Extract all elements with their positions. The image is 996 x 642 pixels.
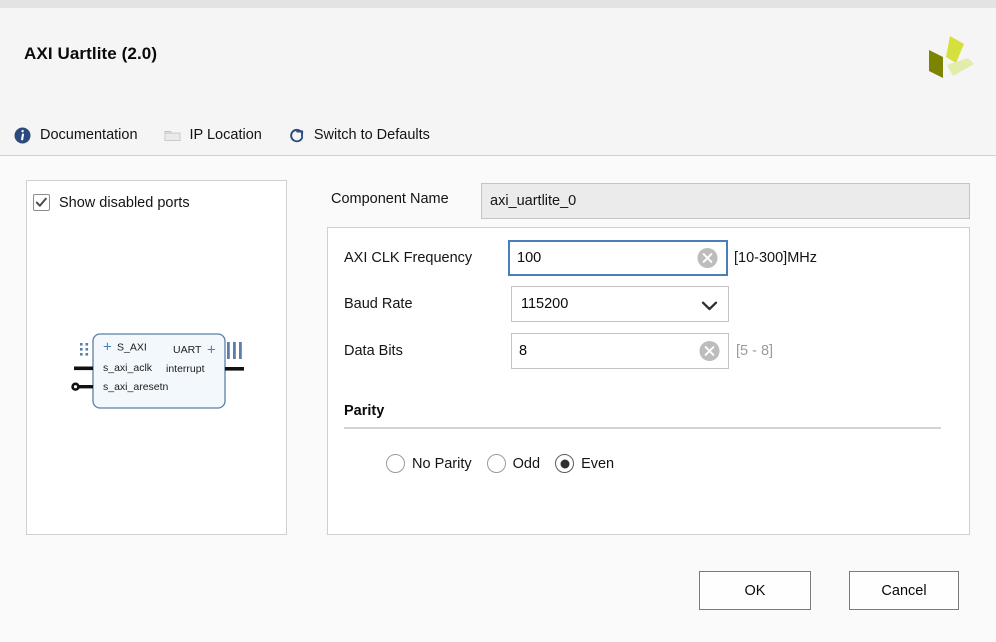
baud-rate-dropdown[interactable]: 115200 — [511, 286, 729, 322]
switch-to-defaults-button[interactable]: Switch to Defaults — [288, 120, 430, 150]
dialog-toolbar: Documentation IP Location Switch to Defa… — [14, 120, 430, 150]
axi-clk-frequency-input[interactable]: 100 — [508, 240, 728, 276]
svg-text:+: + — [207, 342, 216, 359]
svg-text:UART: UART — [173, 344, 202, 356]
ip-location-button[interactable]: IP Location — [164, 120, 262, 150]
show-disabled-ports-label: Show disabled ports — [59, 194, 190, 211]
axi-clk-frequency-label: AXI CLK Frequency — [344, 250, 473, 266]
data-bits-row: Data Bits 8 [5 - 8] — [328, 333, 971, 369]
page-title: AXI Uartlite (2.0) — [24, 44, 158, 63]
svg-text:+: + — [103, 339, 112, 356]
parity-option-odd[interactable]: Odd — [486, 454, 541, 473]
data-bits-value: 8 — [519, 343, 528, 359]
ip-config-dialog: AXI Uartlite (2.0) Documentation IP Loca… — [0, 0, 996, 642]
data-bits-label: Data Bits — [344, 343, 403, 359]
parity-group-title: Parity — [344, 403, 385, 419]
parity-option-label: Even — [581, 455, 615, 472]
component-name-field[interactable]: axi_uartlite_0 — [481, 183, 970, 219]
svg-text:S_AXI: S_AXI — [117, 342, 147, 354]
component-name-value: axi_uartlite_0 — [490, 193, 577, 209]
clear-icon[interactable] — [697, 248, 718, 269]
axi-clk-frequency-control: 100 — [508, 240, 728, 276]
baud-rate-control: 115200 — [511, 286, 729, 322]
svg-text:interrupt: interrupt — [166, 363, 205, 375]
component-name-label: Component Name — [331, 191, 449, 207]
svg-text:s_axi_aresetn: s_axi_aresetn — [103, 381, 169, 393]
xilinx-logo — [922, 32, 978, 88]
data-bits-hint: [5 - 8] — [736, 343, 774, 359]
axi-clk-frequency-hint: [10-300]MHz — [734, 250, 818, 266]
baud-rate-row: Baud Rate 115200 — [328, 286, 971, 322]
ip-location-label: IP Location — [189, 127, 262, 143]
baud-rate-value: 115200 — [521, 296, 569, 312]
ip-block-diagram: S_AXI + s_axi_aclk s_axi_aresetn UART + … — [47, 326, 277, 416]
parity-option-label: No Parity — [412, 455, 472, 472]
parity-group-divider — [344, 427, 941, 429]
clear-icon[interactable] — [699, 341, 720, 362]
show-disabled-ports-checkbox[interactable]: Show disabled ports — [33, 194, 190, 211]
header-divider — [0, 155, 996, 156]
dialog-header: AXI Uartlite (2.0) Documentation IP Loca… — [0, 8, 996, 155]
parity-option-label: Odd — [512, 455, 541, 472]
parity-radio-group: No Parity Odd Even — [386, 454, 614, 473]
radio-button-selected — [555, 454, 575, 473]
folder-icon — [164, 127, 181, 144]
axi-clk-frequency-row: AXI CLK Frequency 100 [10-300]MHz — [328, 240, 971, 276]
radio-button-unselected — [486, 454, 506, 473]
documentation-button[interactable]: Documentation — [14, 120, 138, 150]
chevron-down-icon[interactable] — [701, 299, 718, 311]
data-bits-input[interactable]: 8 — [511, 333, 729, 369]
checkbox-box — [33, 194, 50, 211]
data-bits-control: 8 — [511, 333, 729, 369]
checkmark-icon — [35, 197, 47, 207]
cancel-button[interactable]: Cancel — [849, 571, 959, 610]
ok-button[interactable]: OK — [699, 571, 811, 610]
baud-rate-label: Baud Rate — [344, 296, 413, 312]
svg-text:s_axi_aclk: s_axi_aclk — [103, 362, 153, 374]
ip-symbol-panel: Show disabled ports S_AXI + s_axi_aclk s… — [26, 180, 287, 535]
parity-option-no-parity[interactable]: No Parity — [386, 454, 472, 473]
switch-to-defaults-label: Switch to Defaults — [313, 127, 430, 143]
documentation-label: Documentation — [40, 127, 138, 143]
refresh-icon — [288, 127, 305, 144]
info-icon — [14, 127, 31, 144]
ip-options-panel: AXI CLK Frequency 100 [10-300]MHz Baud R… — [327, 227, 970, 535]
axi-clk-frequency-value: 100 — [517, 250, 542, 266]
title-bar-strip — [0, 0, 996, 8]
radio-button-unselected — [386, 454, 405, 473]
parity-option-even[interactable]: Even — [555, 454, 614, 473]
